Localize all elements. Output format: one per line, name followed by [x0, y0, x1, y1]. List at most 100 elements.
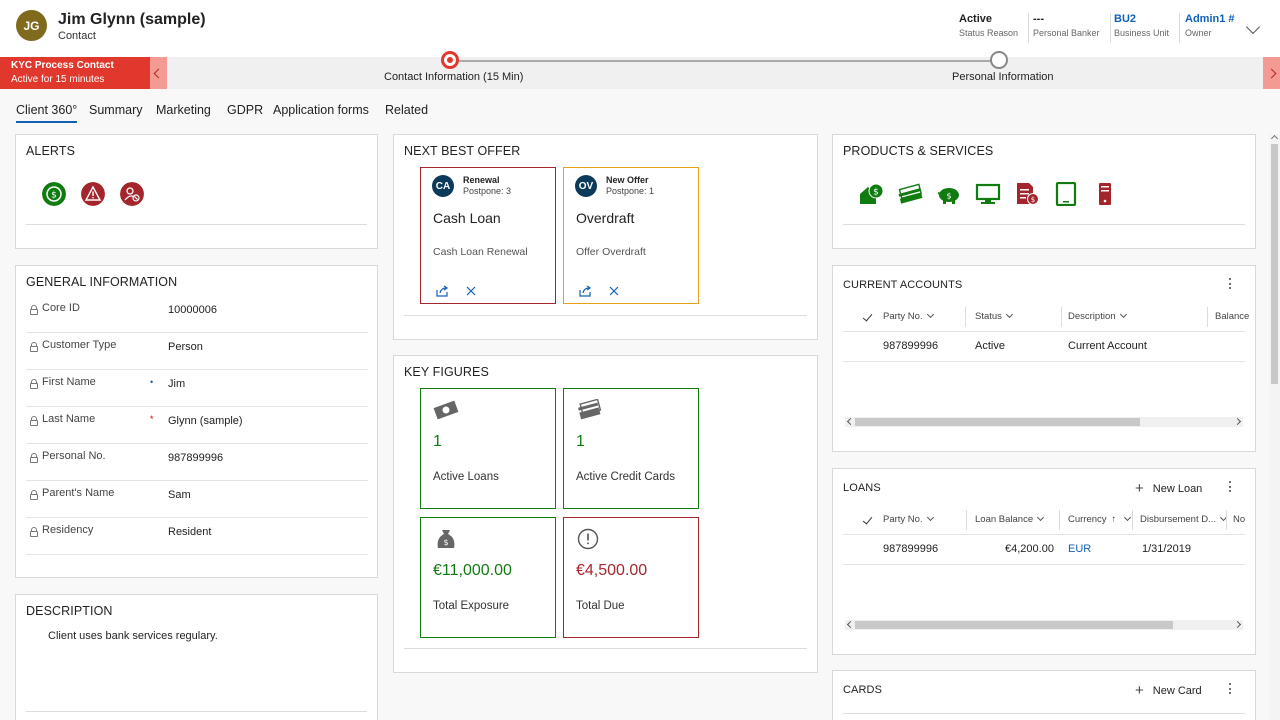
business-unit-link[interactable]: BU2 — [1114, 13, 1169, 25]
currency-link[interactable]: EUR — [1068, 543, 1091, 555]
owner-link[interactable]: Admin1 # — [1185, 13, 1235, 25]
record-type: Contact — [58, 30, 96, 42]
page-vertical-scrollbar[interactable] — [1269, 134, 1280, 720]
more-options-icon[interactable] — [1229, 278, 1232, 291]
column-loan-balance[interactable]: Loan Balance — [975, 513, 1045, 525]
process-duration: Active for 15 minutes — [11, 74, 105, 85]
tab-summary[interactable]: Summary — [89, 103, 142, 117]
online-banking-icon[interactable] — [975, 182, 1001, 206]
stage-active-dot[interactable] — [441, 51, 459, 69]
offer-description: Offer Overdraft — [576, 246, 646, 258]
parents-name-value: Sam — [168, 489, 191, 501]
record-header: JG Jim Glynn (sample) Contact Active Sta… — [0, 0, 1280, 57]
personal-banker-value: --- — [1033, 13, 1044, 25]
new-loan-button[interactable]: + New Loan — [1135, 479, 1202, 497]
required-marker: * — [150, 414, 154, 424]
piggy-bank-icon[interactable]: $ — [936, 182, 962, 206]
core-id-field[interactable]: Core ID 10000006 — [26, 296, 368, 333]
owner-field[interactable]: Admin1 # Owner — [1185, 13, 1245, 43]
dismiss-icon[interactable] — [607, 284, 621, 298]
mobile-icon[interactable] — [1092, 182, 1118, 206]
current-accounts-grid-header: Party No. Status Description Balance — [843, 302, 1249, 332]
column-currency[interactable]: Currency ↑ — [1068, 513, 1132, 525]
blocked-user-alert-icon[interactable] — [120, 182, 144, 206]
current-accounts-title: CURRENT ACCOUNTS — [843, 279, 963, 291]
table-row[interactable]: 987899996 €4,200.00 EUR 1/31/2019 — [843, 535, 1245, 565]
chevron-down-icon — [1005, 310, 1013, 319]
description-cell: Current Account — [1068, 340, 1147, 352]
business-process-bar: KYC Process Contact Active for 15 minute… — [0, 51, 1280, 89]
stage-contact-information[interactable]: Contact Information (15 Min) — [384, 71, 523, 83]
tab-application-forms[interactable]: Application forms — [273, 103, 369, 117]
share-icon[interactable] — [578, 284, 592, 298]
customer-type-value: Person — [168, 341, 203, 353]
chevron-down-icon — [926, 513, 934, 522]
parents-name-field[interactable]: Parent's Name Sam — [26, 481, 368, 518]
expand-header-chevron-icon[interactable] — [1245, 19, 1261, 35]
stage-idle-dot[interactable] — [990, 51, 1008, 69]
share-icon[interactable] — [435, 284, 449, 298]
last-name-field[interactable]: Last Name * Glynn (sample) — [26, 407, 368, 444]
tab-marketing[interactable]: Marketing — [156, 103, 211, 117]
new-card-button[interactable]: + New Card — [1135, 681, 1202, 699]
horizontal-scrollbar[interactable] — [845, 620, 1243, 630]
scroll-right-icon — [1233, 620, 1242, 629]
column-party-no[interactable]: Party No. — [883, 310, 934, 322]
statement-icon[interactable]: $ — [1014, 182, 1040, 206]
status-reason-label: Status Reason — [959, 28, 1019, 38]
process-flyout[interactable]: KYC Process Contact Active for 15 minute… — [0, 57, 150, 89]
process-next-button[interactable] — [1263, 57, 1280, 89]
active-loans-label: Active Loans — [433, 471, 499, 483]
process-prev-button[interactable] — [150, 57, 167, 89]
column-description[interactable]: Description — [1068, 310, 1127, 322]
offer-card-cash-loan[interactable]: CA Renewal Postpone: 3 Cash Loan Cash Lo… — [420, 167, 556, 304]
more-options-icon[interactable] — [1229, 683, 1232, 696]
key-figure-active-credit-cards[interactable]: 1 Active Credit Cards — [563, 388, 699, 509]
tab-client-360[interactable]: Client 360° — [16, 103, 78, 123]
house-loan-icon[interactable]: $ — [858, 182, 884, 206]
select-all-checkmark-icon[interactable] — [862, 514, 873, 525]
sort-ascending-icon: ↑ — [1111, 514, 1117, 525]
plus-icon: + — [1135, 682, 1144, 699]
loan-balance-cell: €4,200.00 — [1005, 543, 1054, 555]
business-unit-field[interactable]: BU2 Business Unit — [1114, 13, 1181, 43]
select-all-checkmark-icon[interactable] — [862, 311, 873, 322]
cards-icon[interactable] — [897, 182, 923, 206]
key-figure-active-loans[interactable]: 1 Active Loans — [420, 388, 556, 509]
warning-alert-icon[interactable] — [81, 182, 105, 206]
description-section: DESCRIPTION Client uses bank services re… — [15, 594, 378, 720]
stage-personal-information[interactable]: Personal Information — [952, 71, 1054, 83]
total-due-value: €4,500.00 — [576, 562, 648, 579]
plus-icon: + — [1135, 480, 1144, 497]
next-best-offer-section: NEXT BEST OFFER CA Renewal Postpone: 3 C… — [393, 134, 818, 340]
dollar-alert-icon[interactable]: $ — [42, 182, 66, 206]
customer-type-field[interactable]: Customer Type Person — [26, 333, 368, 370]
key-figures-divider — [404, 648, 807, 649]
column-disbursement-date[interactable]: Disbursement D... — [1140, 513, 1228, 525]
column-party-no[interactable]: Party No. — [883, 513, 934, 525]
tablet-icon[interactable] — [1053, 182, 1079, 206]
current-accounts-section: CURRENT ACCOUNTS Party No. Status Descri… — [832, 265, 1256, 452]
status-reason-field[interactable]: Active Status Reason — [959, 13, 1030, 43]
residency-field[interactable]: Residency Resident — [26, 518, 368, 555]
column-no[interactable]: No — [1233, 514, 1245, 525]
more-options-icon[interactable] — [1229, 481, 1232, 494]
column-status[interactable]: Status — [975, 310, 1013, 322]
column-balance[interactable]: Balance — [1215, 311, 1249, 322]
last-name-label: Last Name — [42, 413, 96, 425]
first-name-field[interactable]: First Name • Jim — [26, 370, 368, 407]
dismiss-icon[interactable] — [464, 284, 478, 298]
active-loans-value: 1 — [433, 433, 442, 450]
description-text[interactable]: Client uses bank services regulary. — [48, 630, 218, 642]
lock-icon — [30, 305, 38, 315]
table-row[interactable]: 987899996 Active Current Account — [843, 332, 1245, 362]
horizontal-scrollbar[interactable] — [845, 417, 1243, 427]
key-figure-total-due[interactable]: €4,500.00 Total Due — [563, 517, 699, 638]
personal-banker-field[interactable]: --- Personal Banker — [1033, 13, 1111, 43]
personal-no-field[interactable]: Personal No. 987899996 — [26, 444, 368, 481]
tab-related[interactable]: Related — [385, 103, 428, 117]
key-figure-total-exposure[interactable]: $ €11,000.00 Total Exposure — [420, 517, 556, 638]
tab-gdpr[interactable]: GDPR — [227, 103, 263, 117]
offer-card-overdraft[interactable]: OV New Offer Postpone: 1 Overdraft Offer… — [563, 167, 699, 304]
party-no-cell: 987899996 — [883, 543, 939, 555]
